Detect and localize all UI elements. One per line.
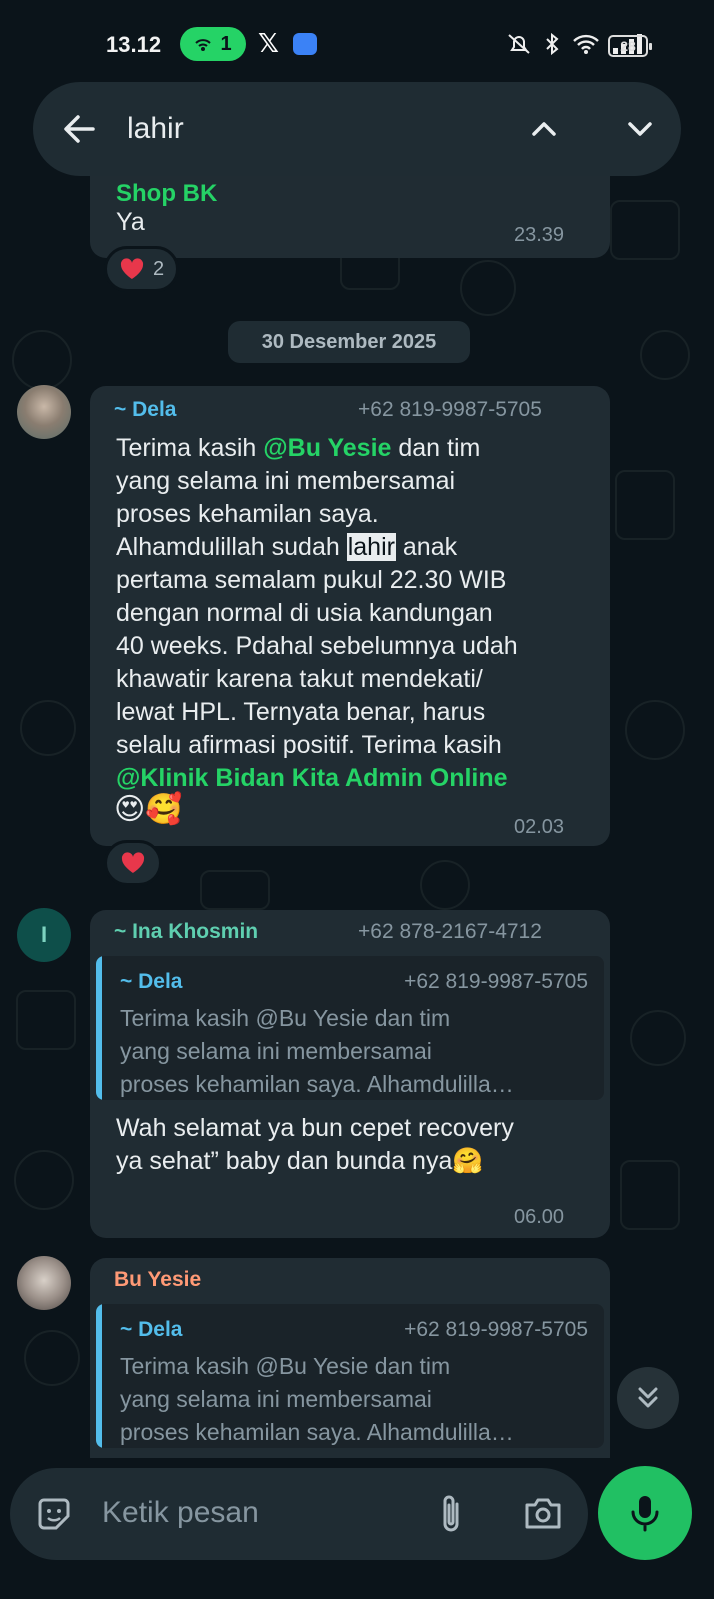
quote-sender: ~ Dela: [120, 970, 183, 993]
message-emojis: 😍🥰: [114, 793, 183, 826]
x-app-icon: 𝕏: [258, 28, 279, 58]
mention-link[interactable]: @Klinik Bidan Kita Admin Online: [116, 764, 508, 792]
quoted-message[interactable]: ~ Dela +62 819-9987-5705 Terima kasih @B…: [96, 956, 604, 1100]
sender-name: ~ Dela: [114, 398, 177, 421]
quote-sender: ~ Dela: [120, 1318, 183, 1341]
scroll-down-button[interactable]: [617, 1367, 679, 1429]
status-time: 13.12: [106, 32, 162, 57]
message-composer[interactable]: Ketik pesan: [10, 1468, 588, 1560]
search-highlight: lahir: [346, 533, 396, 561]
avatar[interactable]: [17, 1256, 71, 1310]
sender-name: Bu Yesie: [114, 1268, 202, 1291]
scroll-down-icon: [638, 1387, 658, 1408]
quote-phone: +62 819-9987-5705: [404, 1318, 588, 1341]
quoted-message[interactable]: ~ Dela +62 819-9987-5705 Terima kasih @B…: [96, 1304, 604, 1448]
text-part: Terima kasih: [116, 434, 264, 462]
hotspot-icon: [195, 39, 212, 51]
hotspot-count: 1: [220, 32, 232, 55]
sender-phone: +62 878-2167-4712: [358, 920, 542, 943]
message-time: 23.39: [514, 224, 565, 246]
sticker-icon[interactable]: [34, 1494, 74, 1534]
quote-bar: [96, 1304, 102, 1448]
app-notification-icon: [293, 33, 317, 55]
sender-name: ~ Ina Khosmin: [114, 920, 259, 943]
camera-icon[interactable]: [523, 1495, 563, 1531]
mic-icon: [631, 1496, 659, 1532]
avatar[interactable]: [17, 385, 71, 439]
message-text: Terima kasih @Bu Yesie dan tim yang sela…: [116, 432, 606, 795]
sender-name: Shop BK: [116, 180, 218, 207]
mention-link[interactable]: @Bu Yesie: [263, 434, 391, 462]
quote-text: Terima kasih @Bu Yesie dan tim yang sela…: [120, 1005, 514, 1097]
battery-level: 28: [620, 38, 636, 54]
hotspot-indicator: 1: [180, 27, 246, 61]
message-text: Wah selamat ya bun cepet recovery ya seh…: [116, 1114, 514, 1175]
text-part: anak pertama semalam pukul 22.30 WIB den…: [116, 533, 518, 759]
message-bubble-bu-yesie[interactable]: Bu Yesie ~ Dela +62 819-9987-5705 Terima…: [90, 1258, 610, 1458]
wifi-icon: [573, 34, 599, 54]
reaction-badge[interactable]: [104, 840, 162, 886]
mic-button[interactable]: [598, 1466, 692, 1560]
mute-icon: [508, 34, 530, 54]
message-bubble-ina[interactable]: ~ Ina Khosmin +62 878-2167-4712 ~ Dela +…: [90, 910, 610, 1238]
heart-icon: [121, 852, 145, 873]
heart-icon: [120, 258, 144, 279]
search-input[interactable]: lahir: [127, 112, 184, 146]
reaction-badge[interactable]: 2: [104, 246, 180, 292]
avatar-letter: I: [40, 922, 48, 947]
message-time: 06.00: [514, 1206, 565, 1228]
message-input[interactable]: Ketik pesan: [102, 1496, 259, 1530]
message-time: 02.03: [514, 816, 565, 838]
quote-text: Terima kasih @Bu Yesie dan tim yang sela…: [120, 1353, 514, 1445]
quote-bar: [96, 956, 102, 1100]
message-bubble-dela[interactable]: ~ Dela +62 819-9987-5705 Terima kasih @B…: [90, 386, 610, 846]
attach-icon[interactable]: [436, 1492, 466, 1536]
chevron-down-icon[interactable]: [623, 112, 657, 146]
bluetooth-icon: [546, 32, 559, 56]
message-text: Ya: [116, 208, 145, 236]
reaction-count: 2: [153, 257, 165, 280]
quote-phone: +62 819-9987-5705: [404, 970, 588, 993]
avatar[interactable]: I: [17, 908, 71, 962]
search-bar: lahir: [33, 82, 681, 176]
back-arrow-icon[interactable]: [61, 112, 97, 146]
chevron-up-icon[interactable]: [527, 112, 561, 146]
sender-phone: +62 819-9987-5705: [358, 398, 542, 421]
battery-indicator: 28: [608, 35, 652, 57]
date-separator: 30 Desember 2025: [228, 321, 470, 363]
status-bar: 13.12 1 𝕏 28: [0, 0, 714, 86]
